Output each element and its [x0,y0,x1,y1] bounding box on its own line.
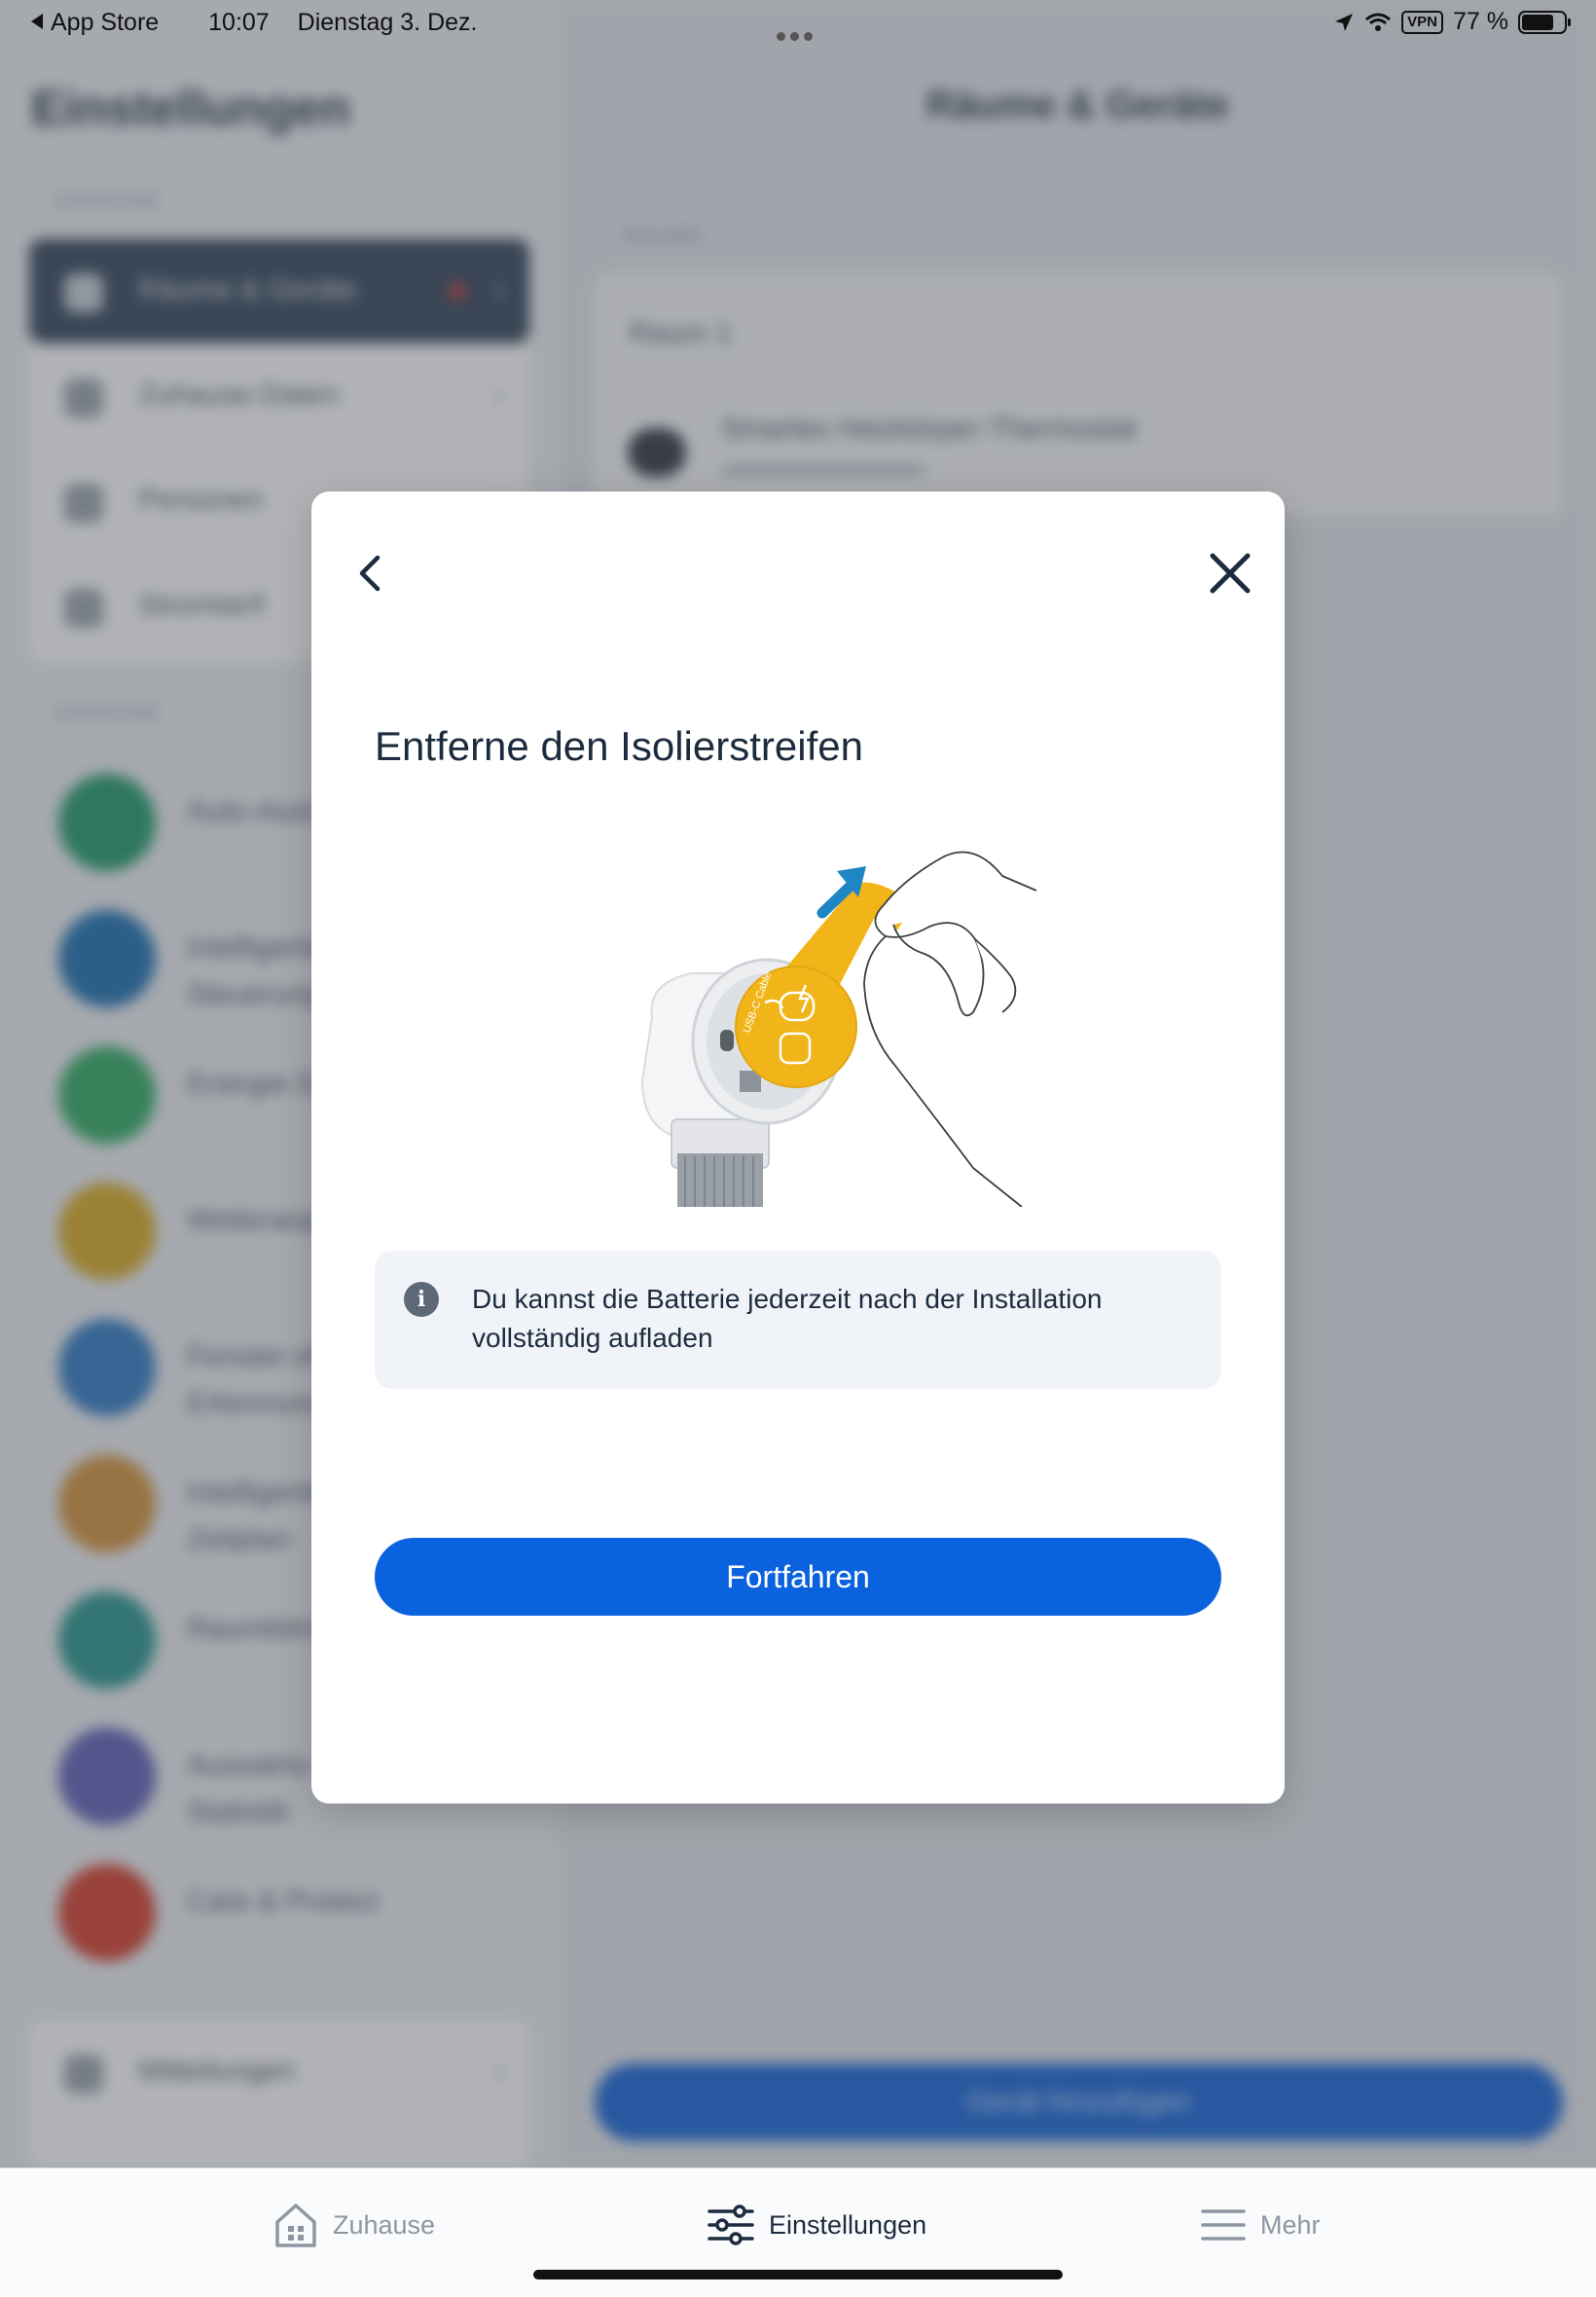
tab-label: Einstellungen [769,2209,927,2240]
status-time: 10:07 [208,9,270,36]
info-callout: i Du kannst die Batterie jederzeit nach … [375,1251,1221,1389]
setup-step-modal: Entferne den Isolierstreifen USB-C Cable [311,492,1285,1804]
back-triangle-icon [31,14,43,29]
menu-icon [1201,2209,1246,2241]
tab-more[interactable]: Mehr [1200,2198,1321,2252]
battery-icon [1518,10,1571,34]
home-indicator[interactable] [533,2270,1063,2279]
info-text: Du kannst die Batterie jederzeit nach de… [472,1284,1103,1353]
status-date: Dienstag 3. Dez. [297,9,478,36]
step-title: Entferne den Isolierstreifen [375,723,863,769]
tab-label: Mehr [1260,2209,1321,2240]
vpn-badge: VPN [1401,10,1444,34]
thermostat-nut [677,1153,763,1207]
status-left: App Store 10:07 Dienstag 3. Dez. [31,9,498,37]
home-icon [275,2204,316,2247]
location-arrow-icon [1335,13,1354,31]
back-button[interactable] [346,546,393,601]
tab-label: Zuhause [333,2209,436,2240]
status-right: VPN 77 % [1333,8,1571,36]
close-button[interactable] [1203,546,1257,601]
battery-level [1522,14,1554,30]
sliders-icon [707,2205,754,2245]
status-bar: App Store 10:07 Dienstag 3. Dez. VPN 77 … [0,0,1596,47]
continue-button[interactable]: Fortfahren [375,1538,1221,1616]
close-icon [1210,553,1251,594]
chevron-left-icon [359,555,381,592]
back-to-app-link[interactable]: App Store [31,9,180,36]
wifi-icon [1365,13,1392,31]
info-icon: i [404,1282,439,1317]
tab-home[interactable]: Zuhause [272,2198,435,2252]
back-app-label: App Store [51,9,160,36]
multitasking-dots-icon[interactable] [777,19,817,48]
remove-insulation-strip-illustration: USB-C Cable [640,851,1037,1207]
tab-settings[interactable]: Einstellungen [707,2198,926,2252]
battery-percent: 77 % [1453,8,1508,35]
